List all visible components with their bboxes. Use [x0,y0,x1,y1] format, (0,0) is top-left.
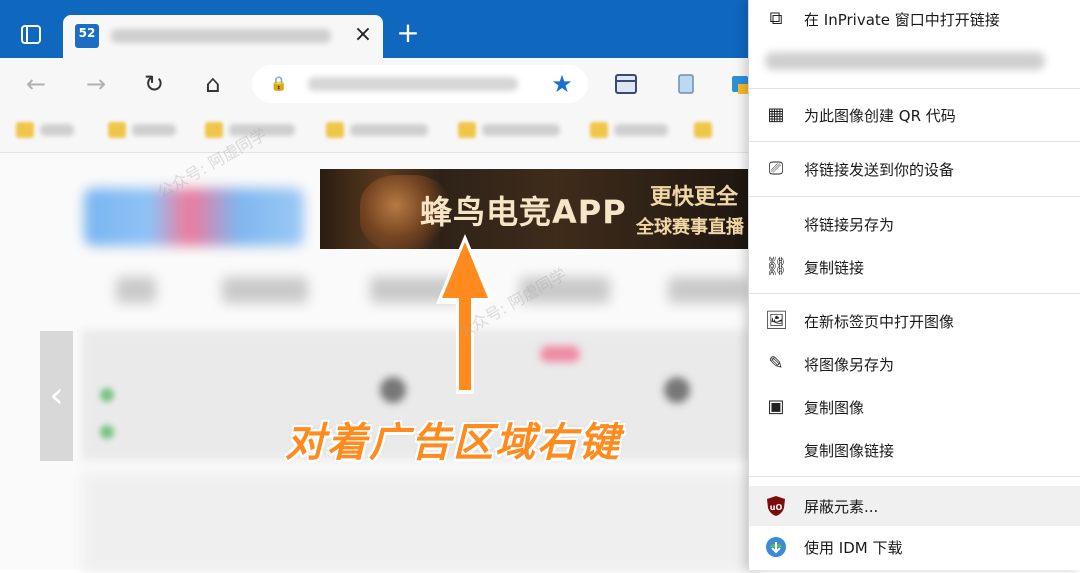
pink-badge-blurred [540,346,580,362]
content-panel-blurred [82,473,762,573]
collections-icon[interactable] [612,70,640,98]
bookmark-item[interactable] [694,118,744,142]
menu-divider [749,88,1080,89]
link-icon: ⛓ [765,256,788,277]
favorite-star-icon[interactable]: ★ [548,70,576,98]
back-icon[interactable]: ← [18,66,54,102]
menu-item-label: 在 InPrivate 窗口中打开链接 [804,11,1000,29]
ublock-icon: uO [765,495,787,517]
save-image-icon: ✎ [768,353,784,374]
chevron-left-icon[interactable]: ‹ [40,361,73,431]
address-bar[interactable]: 🔒 ★ [252,65,588,103]
menu-item-idm-download[interactable]: 使用 IDM 下载 [749,528,1080,566]
url-blurred [308,77,518,91]
new-tab-button[interactable]: + [395,19,421,47]
bookmark-item[interactable] [16,118,86,142]
send-device-icon: ⎚ [768,158,784,179]
ad-subtitle-1: 更快更全 [650,184,739,210]
menu-item-label: 将图像另存为 [804,356,895,374]
open-image-tab-icon: 🖼 [765,310,788,331]
bookmark-item[interactable] [590,118,680,142]
context-menu: ⧉ 在 InPrivate 窗口中打开链接 ▦ 为此图像创建 QR 代码 ⎚ 将… [748,0,1080,570]
nav-item-blurred[interactable] [668,277,748,303]
status-dot [100,425,114,439]
bookmark-item[interactable] [108,118,188,142]
menu-divider [749,476,1080,477]
annotation-text: 对着广告区域右键 [285,420,621,466]
menu-item-label: 使用 IDM 下载 [804,539,903,557]
tab-title-blurred [111,29,331,43]
menu-divider [749,141,1080,142]
menu-item-copy-image-link[interactable]: 复制图像链接 [749,431,1080,469]
tab-actions-icon [21,25,41,44]
menu-item-copy-link[interactable]: ⛓ 复制链接 [749,248,1080,286]
qr-icon: ▦ [767,104,785,125]
menu-item-label: 复制图像 [804,399,865,417]
tab-close-icon[interactable]: × [351,23,375,47]
menu-item-open-inprivate[interactable]: ⧉ 在 InPrivate 窗口中打开链接 [749,0,1080,38]
status-dot [100,388,114,402]
menu-item-open-image-new-tab[interactable]: 🖼 在新标签页中打开图像 [749,302,1080,340]
refresh-icon[interactable]: ↻ [136,66,172,102]
menu-item-save-image-as[interactable]: ✎ 将图像另存为 [749,345,1080,383]
menu-item-label: 为此图像创建 QR 代码 [804,107,956,125]
menu-item-label: 将链接另存为 [804,216,895,234]
menu-item-blurred[interactable] [765,52,1045,70]
menu-item-label: 复制图像链接 [804,442,895,460]
menu-item-label: 复制链接 [804,259,865,277]
ad-subtitle-2: 全球赛事直播 [636,217,744,238]
svg-text:uO: uO [770,503,783,512]
avatar [380,377,406,403]
menu-item-label: 屏蔽元素... [804,498,879,516]
copy-image-icon: ▣ [767,396,785,417]
home-icon[interactable]: ⌂ [195,66,231,102]
nav-item-blurred[interactable] [222,277,308,303]
bookmark-item[interactable] [458,118,568,142]
menu-item-label: 在新标签页中打开图像 [804,313,955,331]
idm-icon [765,536,787,558]
menu-divider [749,196,1080,197]
forward-icon[interactable]: → [78,66,114,102]
menu-item-create-qr[interactable]: ▦ 为此图像创建 QR 代码 [749,96,1080,134]
avatar [664,377,690,403]
tab-actions-button[interactable] [14,20,48,50]
lock-icon[interactable]: 🔒 [268,73,290,95]
nav-item-blurred[interactable] [116,277,156,303]
site-favicon-icon: 52 [75,24,99,48]
site-logo[interactable] [84,188,304,246]
menu-item-send-to-device[interactable]: ⎚ 将链接发送到你的设备 [749,150,1080,188]
ad-title: 蜂鸟电竞APP [420,193,627,231]
menu-item-block-element[interactable]: uO 屏蔽元素... [749,486,1080,526]
bookmark-item[interactable] [326,118,436,142]
menu-divider [749,293,1080,294]
menu-item-copy-image[interactable]: ▣ 复制图像 [749,388,1080,426]
favicon-text: 52 [78,26,96,40]
menu-item-save-link-as[interactable]: 将链接另存为 [749,205,1080,243]
inprivate-icon: ⧉ [769,8,783,29]
menu-item-label: 将链接发送到你的设备 [804,161,955,179]
reading-icon[interactable] [672,70,700,98]
extension-icon[interactable] [730,72,748,96]
ad-banner[interactable]: 蜂鸟电竞APP 更快更全 全球赛事直播 [320,169,750,249]
browser-tab[interactable]: 52 × [63,15,383,58]
